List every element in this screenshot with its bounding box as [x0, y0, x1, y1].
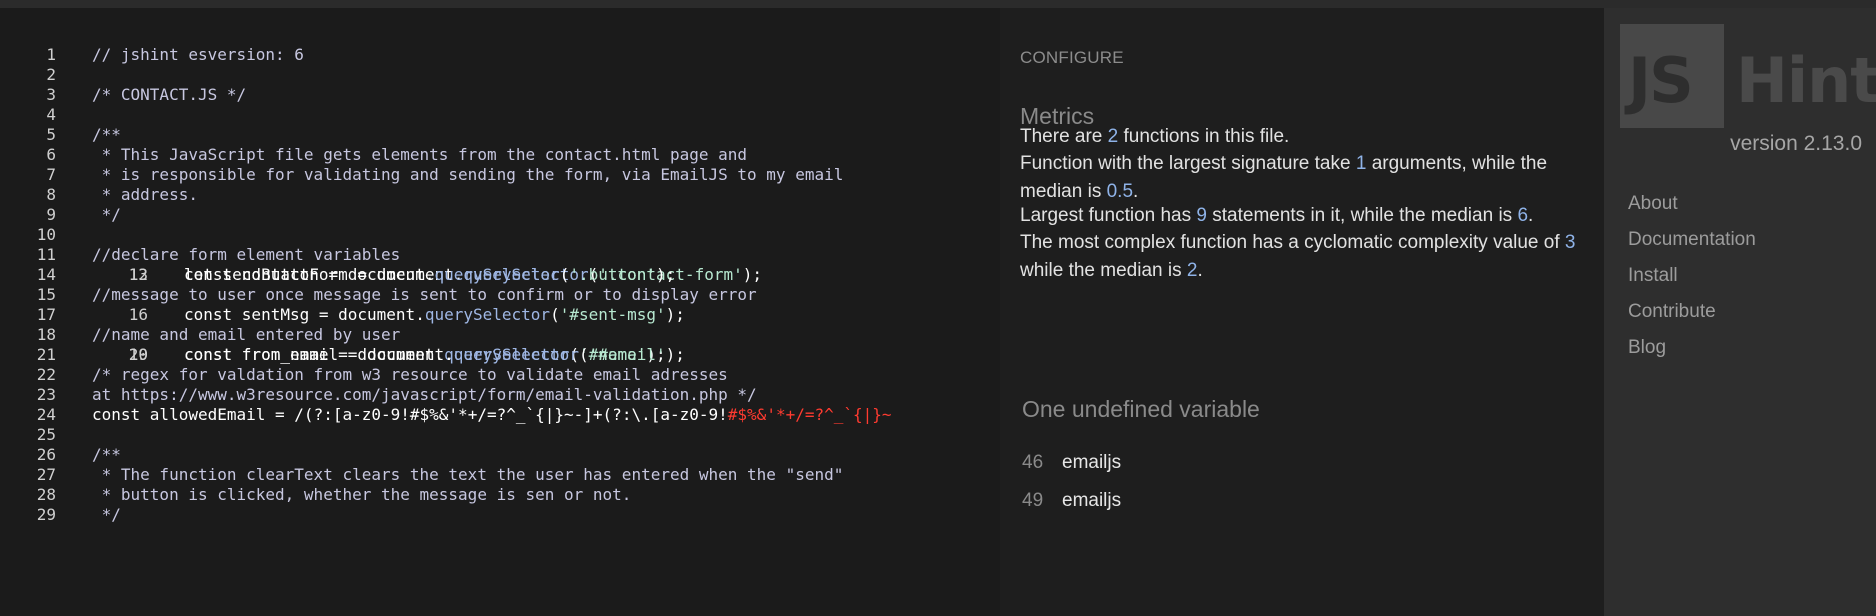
line-number: 27 [36, 465, 56, 484]
code-line[interactable]: 15 //message to user once message is sent… [0, 285, 1000, 305]
line-number: 21 [36, 345, 56, 364]
line-number: 23 [36, 385, 56, 404]
code-line[interactable]: 11 //declare form element variables [0, 245, 1000, 265]
code-text[interactable]: const allowedEmail = /(?:[a-z0-9!#$%&'*+… [92, 405, 892, 425]
code-line[interactable]: 7 * is responsible for validating and se… [0, 165, 1000, 185]
code-lines[interactable]: 1 // jshint esversion: 6 2 3 /* CONTACT.JS *… [0, 45, 1000, 525]
code-line[interactable]: 3 /* CONTACT.JS */ [0, 85, 1000, 105]
nav-contribute[interactable]: Contribute [1628, 294, 1756, 330]
code-text[interactable]: * This JavaScript file gets elements fro… [92, 145, 747, 165]
line-number: 26 [36, 445, 56, 464]
code-line[interactable]: 23 at https://www.w3resource.com/javascri… [0, 385, 1000, 405]
code-text[interactable]: // jshint esversion: 6 [92, 45, 304, 65]
code-line[interactable]: 29 */ [0, 505, 1000, 525]
code-line[interactable]: 22 /* regex for valdation from w3 resourc… [0, 365, 1000, 385]
sidebar-nav: About Documentation Install Contribute B… [1628, 186, 1756, 366]
nav-install[interactable]: Install [1628, 258, 1756, 294]
line-number: 3 [46, 85, 56, 104]
undefined-line-number[interactable]: 49 [1022, 490, 1062, 512]
code-line[interactable]: 25 [0, 425, 1000, 445]
code-line[interactable]: 28 * button is clicked, whether the mess… [0, 485, 1000, 505]
jshint-logo-js: JS [1628, 44, 1694, 117]
configure-link[interactable]: CONFIGURE [1020, 48, 1124, 68]
code-text[interactable]: /** [92, 125, 121, 145]
code-text[interactable]: //name and email entered by user [92, 325, 400, 345]
code-line[interactable]: 6 * This JavaScript file gets elements f… [0, 145, 1000, 165]
nav-about[interactable]: About [1628, 186, 1756, 222]
code-text[interactable]: at https://www.w3resource.com/javascript… [92, 385, 757, 405]
code-text[interactable]: /* CONTACT.JS */ [92, 85, 246, 105]
undefined-line-number[interactable]: 46 [1022, 452, 1062, 474]
error-token: #$%&'*+/=?^_`{|}~ [727, 405, 892, 424]
code-text[interactable]: */ [92, 205, 121, 225]
code-line[interactable]: 24 const allowedEmail = /(?:[a-z0-9!#$%&'… [0, 405, 1000, 425]
nav-blog[interactable]: Blog [1628, 330, 1756, 366]
code-line[interactable]: 4 [0, 105, 1000, 125]
code-line[interactable]: 21 [0, 345, 1000, 365]
line-number: 7 [46, 165, 56, 184]
code-text[interactable]: * address. [92, 185, 198, 205]
undefined-variable-row[interactable]: 49 emailjs [1022, 490, 1121, 512]
code-line[interactable]: 26 /** [0, 445, 1000, 465]
code-line[interactable]: 14 [0, 265, 1000, 285]
line-number: 9 [46, 205, 56, 224]
line-number: 2 [46, 65, 56, 84]
code-text[interactable]: //message to user once message is sent t… [92, 285, 757, 305]
code-text[interactable]: * is responsible for validating and send… [92, 165, 844, 185]
sidebar: JS Hint version 2.13.0 About Documentati… [1604, 8, 1876, 616]
code-line[interactable]: 5 /** [0, 125, 1000, 145]
version-label: version 2.13.0 [1730, 132, 1862, 155]
line-number: 14 [36, 265, 56, 284]
undefined-variable-name: emailjs [1062, 490, 1122, 511]
line-number: 4 [46, 105, 56, 124]
code-token: const allowedEmail = [92, 405, 295, 424]
line-number: 11 [36, 245, 56, 264]
code-line[interactable]: 8 * address. [0, 185, 1000, 205]
code-text[interactable]: /* regex for valdation from w3 resource … [92, 365, 728, 385]
code-text[interactable]: */ [92, 505, 121, 525]
code-line[interactable]: 17 [0, 305, 1000, 325]
code-line[interactable]: 1 // jshint esversion: 6 [0, 45, 1000, 65]
line-number: 28 [36, 485, 56, 504]
code-text[interactable]: * The function clearText clears the text… [92, 465, 844, 485]
code-line[interactable]: 10 [0, 225, 1000, 245]
metric-statements: Largest function has 9 statements in it,… [1020, 205, 1534, 226]
line-number: 8 [46, 185, 56, 204]
code-text[interactable]: /** [92, 445, 121, 465]
code-text[interactable]: //declare form element variables [92, 245, 400, 265]
code-line[interactable]: 27 * The function clearText clears the t… [0, 465, 1000, 485]
line-number: 29 [36, 505, 56, 524]
code-editor[interactable]: 1 // jshint esversion: 6 2 3 /* CONTACT.JS *… [0, 8, 1000, 616]
line-number: 15 [36, 285, 56, 304]
code-line[interactable]: 9 */ [0, 205, 1000, 225]
line-number: 6 [46, 145, 56, 164]
code-text[interactable]: * button is clicked, whether the message… [92, 485, 632, 505]
metric-signature: Function with the largest signature take… [1020, 153, 1548, 202]
nav-documentation[interactable]: Documentation [1628, 222, 1756, 258]
line-number: 25 [36, 425, 56, 444]
line-number: 22 [36, 365, 56, 384]
report-panel: CONFIGURE Metrics There are 2 functions … [1000, 8, 1604, 616]
line-number: 1 [46, 45, 56, 64]
undefined-variables-title: One undefined variable [1022, 396, 1260, 422]
line-number: 17 [36, 305, 56, 324]
regex-token: /(?:[a-z0-9!#$%&'*+/=?^_`{|}~-]+(?:\.[a-… [294, 405, 728, 424]
metric-complexity: The most complex function has a cyclomat… [1020, 232, 1576, 281]
jshint-logo-hint: Hint [1736, 44, 1876, 117]
line-number: 18 [36, 325, 56, 344]
line-number: 10 [36, 225, 56, 244]
line-number: 24 [36, 405, 56, 424]
code-line[interactable]: 2 [0, 65, 1000, 85]
undefined-variable-name: emailjs [1062, 452, 1122, 473]
undefined-variable-row[interactable]: 46 emailjs [1022, 452, 1121, 474]
metric-function-count: There are 2 functions in this file. [1020, 126, 1290, 147]
line-number: 5 [46, 125, 56, 144]
code-line[interactable]: 18 //name and email entered by user [0, 325, 1000, 345]
